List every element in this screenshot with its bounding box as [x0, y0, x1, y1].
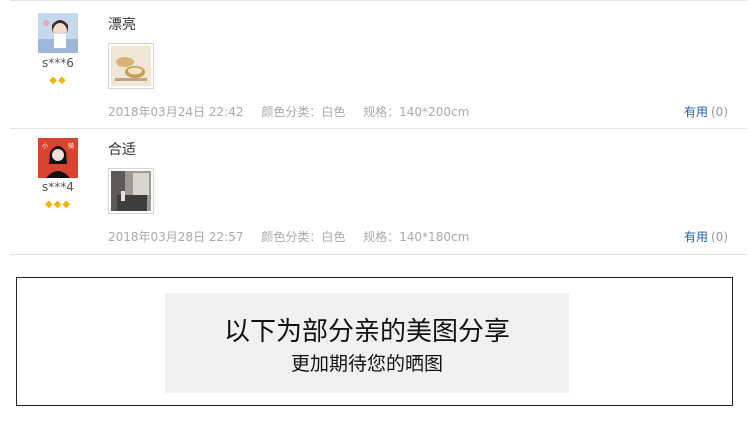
useful-count: (0) — [711, 105, 728, 119]
review-photo-thumbnail[interactable] — [108, 168, 154, 214]
user-level-badge: ◆◆◆ — [30, 199, 86, 210]
size-spec: 规格：140*200cm — [363, 105, 470, 119]
gem-icon: ◆ — [44, 199, 54, 210]
review-date: 2018年03月28日 22:57 — [108, 230, 244, 244]
review-photo-thumbnail[interactable] — [108, 43, 154, 89]
gem-icon: ◆ — [62, 199, 72, 210]
username: s***6 — [42, 56, 74, 70]
review-meta: 2018年03月28日 22:57 颜色分类：白色 规格：140*180cm — [108, 228, 483, 245]
useful-count: (0) — [711, 230, 728, 244]
review-date: 2018年03月24日 22:42 — [108, 105, 244, 119]
banner-subtitle: 更加期待您的晒图 — [290, 353, 443, 375]
review-text: 合适 — [108, 142, 136, 158]
review-meta: 2018年03月24日 22:42 颜色分类：白色 规格：140*200cm — [108, 103, 483, 120]
size-spec: 规格：140*180cm — [363, 230, 470, 244]
useful-button[interactable]: 有用 (0) — [684, 228, 728, 245]
banner-title: 以下为部分亲的美图分享 — [223, 317, 510, 347]
color-spec: 颜色分类：白色 — [261, 105, 346, 119]
svg-text:小: 小 — [42, 142, 48, 150]
avatar[interactable]: 小 骑 — [38, 138, 78, 178]
photo-share-banner: 以下为部分亲的美图分享 更加期待您的晒图 — [16, 277, 733, 406]
color-spec: 颜色分类：白色 — [261, 230, 346, 244]
avatar[interactable] — [38, 13, 78, 53]
review-item: s***6 ◆◆ 漂亮 2018年03月24日 22:42 颜色分类：白色 规格… — [10, 0, 748, 129]
useful-label: 有用 — [683, 230, 708, 244]
banner-panel: 以下为部分亲的美图分享 更加期待您的晒图 — [165, 293, 569, 393]
review-text: 漂亮 — [108, 17, 136, 33]
useful-label: 有用 — [683, 105, 708, 119]
user-level-badge: ◆◆ — [30, 75, 86, 86]
review-item: 小 骑 s***4 ◆◆◆ 合适 2018年03月28日 22:57 颜色分类：… — [10, 128, 748, 255]
username: s***4 — [42, 180, 74, 194]
gem-icon: ◆ — [58, 75, 67, 86]
svg-text:骑: 骑 — [68, 142, 74, 150]
useful-button[interactable]: 有用 (0) — [684, 103, 728, 120]
gem-icon: ◆ — [49, 75, 58, 86]
